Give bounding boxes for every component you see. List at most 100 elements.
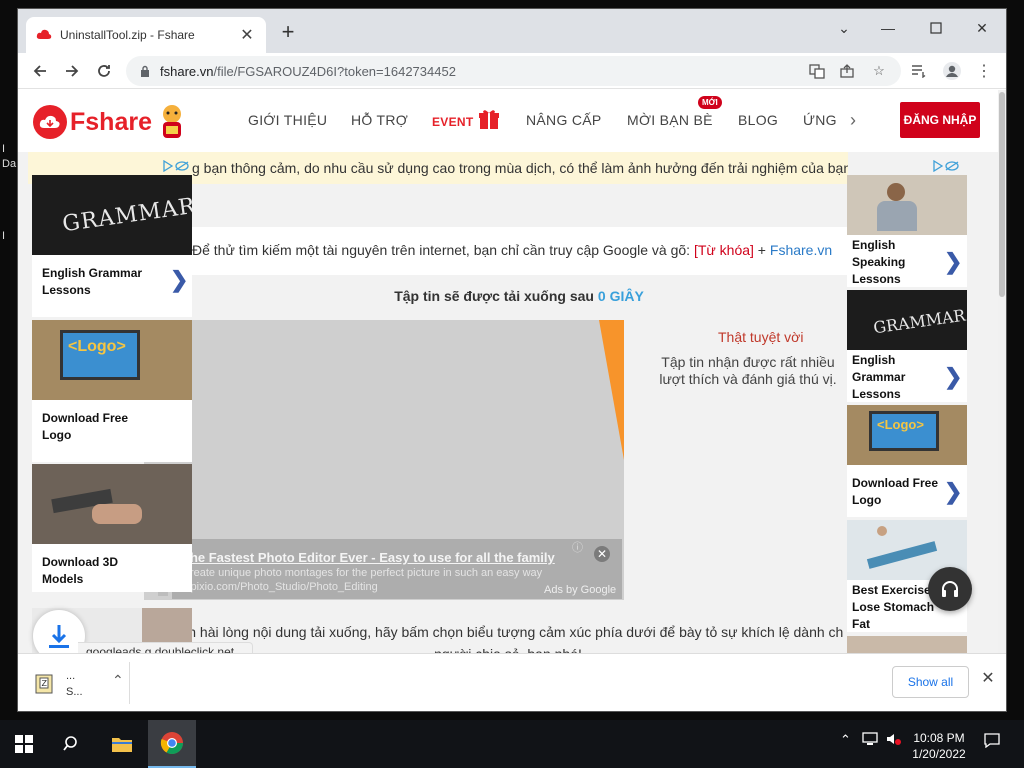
ad-arrow-icon[interactable]: ❯ — [944, 479, 962, 505]
logo-text: Fshare — [70, 107, 152, 136]
system-clock[interactable]: 10:08 PM 1/20/2022 — [904, 730, 974, 762]
browser-tab[interactable]: UninstallTool.zip - Fshare ✕ — [26, 17, 266, 53]
support-headset-button[interactable] — [928, 567, 972, 611]
rating-description: Tập tin nhận được rất nhiều lượt thích v… — [659, 354, 837, 387]
right-ad-partial[interactable] — [847, 636, 967, 653]
nav-scroll-right-icon[interactable]: › — [850, 110, 856, 131]
ad-label: English Speaking Lessons — [852, 238, 906, 286]
chevron-up-icon[interactable]: ⌃ — [112, 672, 124, 689]
fshare-logo[interactable]: Fshare — [33, 102, 189, 142]
profile-avatar[interactable] — [940, 59, 964, 83]
chrome-window: UninstallTool.zip - Fshare ✕ + ⌄ — ✕ fsh… — [18, 9, 1006, 711]
ad-label: English Grammar Lessons — [852, 353, 906, 401]
chrome-taskbar-icon[interactable] — [148, 720, 196, 768]
address-bar[interactable]: fshare.vn/file/FGSAROUZ4D6I?token=164273… — [126, 56, 901, 86]
nav-gioi-thieu[interactable]: GIỚI THIỆU — [248, 112, 327, 128]
show-all-button[interactable]: Show all — [892, 666, 969, 698]
ads-by-google: Ads by Google — [544, 584, 617, 596]
lock-icon[interactable] — [138, 64, 152, 78]
google-ad-overlay[interactable]: The Fastest Photo Editor Ever - Easy to … — [172, 539, 622, 599]
clock-time: 10:08 PM — [913, 731, 965, 745]
reading-list-icon[interactable] — [907, 59, 931, 83]
start-button[interactable] — [0, 720, 48, 768]
scrollbar-thumb[interactable] — [999, 92, 1005, 297]
nav-ho-tro[interactable]: HỖ TRỢ — [351, 112, 408, 128]
close-shelf-icon[interactable]: ✕ — [978, 668, 998, 688]
tip-link[interactable]: Fshare.vn — [770, 242, 832, 258]
bookmark-star-icon[interactable]: ☆ — [870, 62, 888, 80]
login-button[interactable]: ĐĂNG NHẬP — [900, 102, 980, 138]
feedback-message: bạn hài lòng nội dung tải xuống, hãy bấm… — [168, 621, 848, 653]
desktop-icon-label[interactable]: Da — [2, 158, 16, 170]
reload-button[interactable] — [92, 59, 116, 83]
close-window-button[interactable]: ✕ — [960, 15, 1004, 41]
new-tab-button[interactable]: + — [276, 21, 300, 45]
nav-nang-cap[interactable]: NÂNG CẤP — [526, 112, 602, 128]
status-bubble: googleads.g.doubleclick.net... — [78, 642, 254, 653]
ad-arrow-icon[interactable]: ❯ — [944, 364, 962, 390]
right-ad-speaking[interactable]: English Speaking Lessons ❯ — [847, 175, 967, 287]
adchoices-icon[interactable] — [932, 160, 962, 172]
search-icon[interactable] — [48, 720, 96, 768]
nav-moi-ban-be[interactable]: MỜI BẠN BÈ — [627, 112, 713, 128]
ad-arrow-icon[interactable]: ❯ — [170, 267, 188, 293]
ad-info-icon[interactable]: ⓘ — [572, 539, 583, 555]
file-explorer-icon[interactable] — [98, 720, 146, 768]
clock-date: 1/20/2022 — [912, 747, 966, 761]
desktop-icon-label[interactable]: I — [2, 143, 5, 155]
download-status: S... — [66, 686, 83, 698]
nav-event[interactable]: EVENT — [432, 115, 474, 129]
ad-label: Download Free Logo — [852, 476, 939, 507]
download-shelf: Z ... S... ⌃ Show all ✕ — [18, 653, 1006, 711]
logo-ad-image: <Logo> — [32, 320, 192, 400]
desktop-icon-label[interactable]: I — [2, 230, 5, 242]
logo-ad-text: <Logo> — [877, 417, 924, 432]
ad-description: Create unique photo montages for the per… — [182, 567, 543, 579]
menu-kebab-icon[interactable]: ⋮ — [972, 59, 996, 83]
countdown-label: Tập tin sẽ được tải xuống sau — [394, 288, 598, 304]
chevron-up-tray-icon[interactable]: ⌃ — [840, 732, 851, 748]
forward-button[interactable] — [60, 59, 84, 83]
gift-icon[interactable] — [478, 108, 500, 133]
ad-title[interactable]: The Fastest Photo Editor Ever - Easy to … — [182, 550, 555, 565]
svg-text:Z: Z — [42, 679, 48, 688]
download-item[interactable]: Z ... S... ⌃ — [32, 664, 128, 704]
url-text: fshare.vn/file/FGSAROUZ4D6I?token=164273… — [160, 63, 456, 79]
network-icon[interactable] — [862, 732, 878, 749]
page-scrollbar[interactable] — [998, 90, 1006, 653]
ad-label: English Grammar Lessons — [42, 266, 143, 297]
tab-close-icon[interactable]: ✕ — [238, 25, 256, 45]
share-icon[interactable] — [838, 62, 856, 80]
left-ad-3d[interactable]: Download 3D Models — [32, 464, 192, 592]
ad-close-icon[interactable]: ✕ — [594, 546, 610, 562]
tab-search-icon[interactable]: ⌄ — [822, 15, 866, 41]
rating-title: Thật tuyệt vời — [718, 329, 804, 345]
back-button[interactable] — [28, 59, 52, 83]
tab-strip: UninstallTool.zip - Fshare ✕ + ⌄ — ✕ — [18, 9, 1006, 53]
download-countdown: Tập tin sẽ được tải xuống sau 0 GIÂY — [190, 288, 848, 304]
translate-icon[interactable] — [808, 62, 826, 80]
ad-url[interactable]: inpixio.com/Photo_Studio/Photo_Editing — [182, 581, 378, 593]
nav-blog[interactable]: BLOG — [738, 112, 778, 128]
fshare-cloud-icon — [33, 105, 67, 139]
volume-muted-icon[interactable] — [886, 732, 902, 749]
notifications-icon[interactable] — [984, 732, 1000, 751]
left-ad-grammar[interactable]: GRAMMAR English Grammar Lessons ❯ — [32, 175, 192, 317]
maximize-button[interactable] — [914, 15, 958, 41]
ad-arrow-icon[interactable]: ❯ — [944, 249, 962, 275]
new-badge: MỚI — [698, 96, 722, 109]
minimize-button[interactable]: — — [866, 15, 910, 41]
left-ad-logo[interactable]: <Logo> Download Free Logo — [32, 320, 192, 462]
taskbar: ⌃ 10:08 PM 1/20/2022 — [0, 720, 1024, 768]
browser-toolbar: fshare.vn/file/FGSAROUZ4D6I?token=164273… — [18, 53, 1006, 89]
right-ad-logo[interactable]: <Logo> Download Free Logo ❯ — [847, 405, 967, 517]
nav-ung-dung[interactable]: ỨNG — [803, 112, 837, 128]
download-filename: ... — [66, 670, 76, 682]
right-ad-grammar[interactable]: GRAMMAR English Grammar Lessons ❯ — [847, 290, 967, 402]
ad-decoration — [599, 320, 624, 460]
tab-title: UninstallTool.zip - Fshare — [60, 28, 195, 42]
3d-models-ad-image — [32, 464, 192, 544]
countdown-unit: GIÂY — [609, 288, 644, 304]
adchoices-icon[interactable] — [162, 160, 192, 172]
logo-ad-text: <Logo> — [68, 338, 126, 355]
